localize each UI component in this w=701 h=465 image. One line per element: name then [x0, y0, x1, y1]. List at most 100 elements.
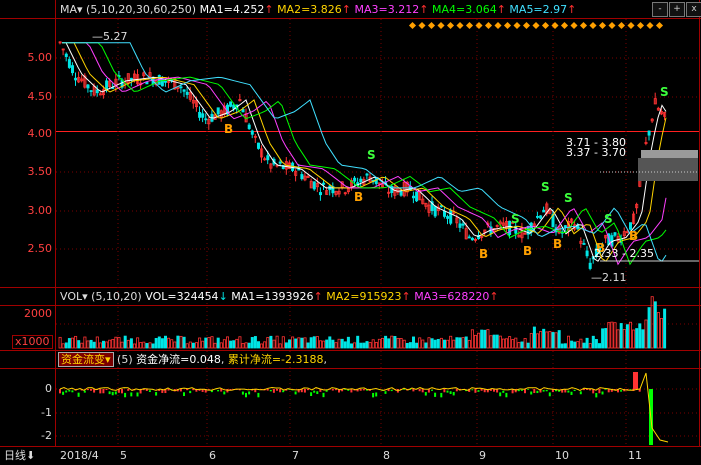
flow-bar — [412, 389, 415, 392]
volume-bar — [232, 340, 236, 349]
signal-diamond — [437, 21, 445, 30]
volume-bar — [284, 342, 288, 349]
volume-bar — [337, 338, 341, 349]
volume-bar — [256, 341, 260, 349]
volume-bar — [411, 336, 415, 349]
volume-bar — [446, 339, 450, 349]
volume-bar — [297, 337, 301, 349]
period-select[interactable]: 日线⬇ — [4, 449, 35, 463]
flow-bar — [530, 391, 533, 395]
volume-bar — [371, 339, 375, 349]
volume-bar — [421, 339, 425, 349]
flow-bar — [183, 392, 185, 397]
volume-bar — [384, 335, 388, 349]
candle-body — [232, 104, 236, 109]
flow-bar — [269, 389, 272, 392]
volume-bar — [275, 335, 279, 349]
volume-bar — [576, 341, 580, 349]
volume-bar — [504, 338, 508, 349]
flow-bar — [307, 389, 309, 391]
volume-bar — [123, 335, 127, 349]
ma-indicator-select[interactable]: MA▾ — [60, 3, 83, 16]
volume-bar — [508, 336, 512, 349]
volume-bar — [489, 335, 493, 349]
volume-bar — [598, 343, 602, 349]
flow-bar — [294, 391, 297, 395]
volume-bar — [442, 339, 446, 349]
volume-bar — [613, 322, 617, 349]
flow-bar — [601, 391, 604, 395]
flow-bar — [520, 389, 523, 391]
volume-bar — [601, 328, 605, 349]
volume-bar — [204, 337, 208, 349]
zoom-in-button[interactable]: + — [669, 2, 685, 17]
signal-diamond — [636, 21, 645, 30]
volume-bar — [632, 329, 636, 349]
flow-bar — [127, 389, 130, 391]
volume-bar — [520, 341, 524, 349]
volume-bar — [622, 329, 626, 349]
flow-bar — [505, 392, 508, 398]
volume-bar — [349, 343, 353, 349]
volume-bar — [126, 339, 130, 349]
zoom-out-button[interactable]: - — [652, 2, 668, 17]
volume-bar — [80, 342, 84, 349]
vol-indicator-select[interactable]: VOL▾ — [60, 290, 88, 303]
flow-bar — [136, 392, 139, 397]
volume-bar — [396, 337, 400, 349]
candle-body — [415, 191, 419, 202]
volume-bar — [501, 338, 505, 349]
flow-bar — [179, 389, 182, 392]
volume-bar — [98, 342, 102, 349]
flow-bar — [124, 392, 127, 398]
flow-bar — [148, 390, 151, 393]
candle-body — [582, 243, 586, 245]
volume-bar — [343, 341, 347, 349]
signal-diamond — [617, 21, 626, 30]
fund-flow-chart[interactable] — [0, 368, 701, 448]
volume-bar — [604, 328, 608, 349]
ma-params: (5,10,20,30,60,250) — [86, 3, 197, 16]
flow-bar — [245, 392, 247, 398]
flow-bar — [223, 391, 226, 395]
flow-bar — [279, 389, 282, 393]
signal-diamond — [608, 21, 616, 30]
volume-bar — [241, 343, 245, 349]
volume-bar — [328, 336, 332, 349]
volume-bar — [492, 334, 496, 349]
range-label-2: 3.37 - 3.70 — [566, 146, 626, 159]
volume-bar — [439, 337, 443, 349]
time-label: 11 — [628, 449, 642, 462]
flow-indicator-select[interactable]: 资金流变▾ — [58, 352, 114, 367]
volume-bar — [334, 342, 338, 349]
volume-bar — [151, 343, 155, 349]
flow-header: 资金流变▾ (5) 资金净流=0.048, 累计净流=-2.3188, — [58, 352, 327, 367]
vol-ma3: MA3=628220 — [414, 290, 490, 303]
volume-bar — [536, 333, 540, 349]
flow-bar — [633, 372, 638, 389]
volume-bar — [163, 335, 167, 349]
volume-bar — [260, 343, 264, 349]
flow-bar — [403, 389, 406, 390]
volume-bar — [160, 338, 164, 349]
flow-bar — [573, 389, 576, 392]
volume-bar — [111, 339, 115, 349]
volume-bar — [353, 342, 357, 349]
time-label: 6 — [209, 449, 216, 462]
ma4-value: MA4=3.064 — [431, 3, 497, 16]
close-button[interactable]: x — [686, 2, 701, 17]
volume-bar — [365, 341, 369, 349]
volume-bar — [247, 342, 251, 349]
candle-body — [588, 262, 592, 269]
flow-bar — [313, 390, 316, 393]
volume-bar — [356, 335, 360, 349]
flow-bar — [418, 389, 421, 392]
flow-bar — [375, 392, 378, 397]
signal-diamond — [513, 21, 521, 30]
ma3-value: MA3=3.212 — [354, 3, 420, 16]
volume-bar — [607, 322, 611, 349]
volume-bar — [83, 336, 87, 349]
buy-marker: B — [354, 190, 363, 204]
volume-bar — [458, 337, 462, 349]
volume-bar — [511, 339, 515, 349]
